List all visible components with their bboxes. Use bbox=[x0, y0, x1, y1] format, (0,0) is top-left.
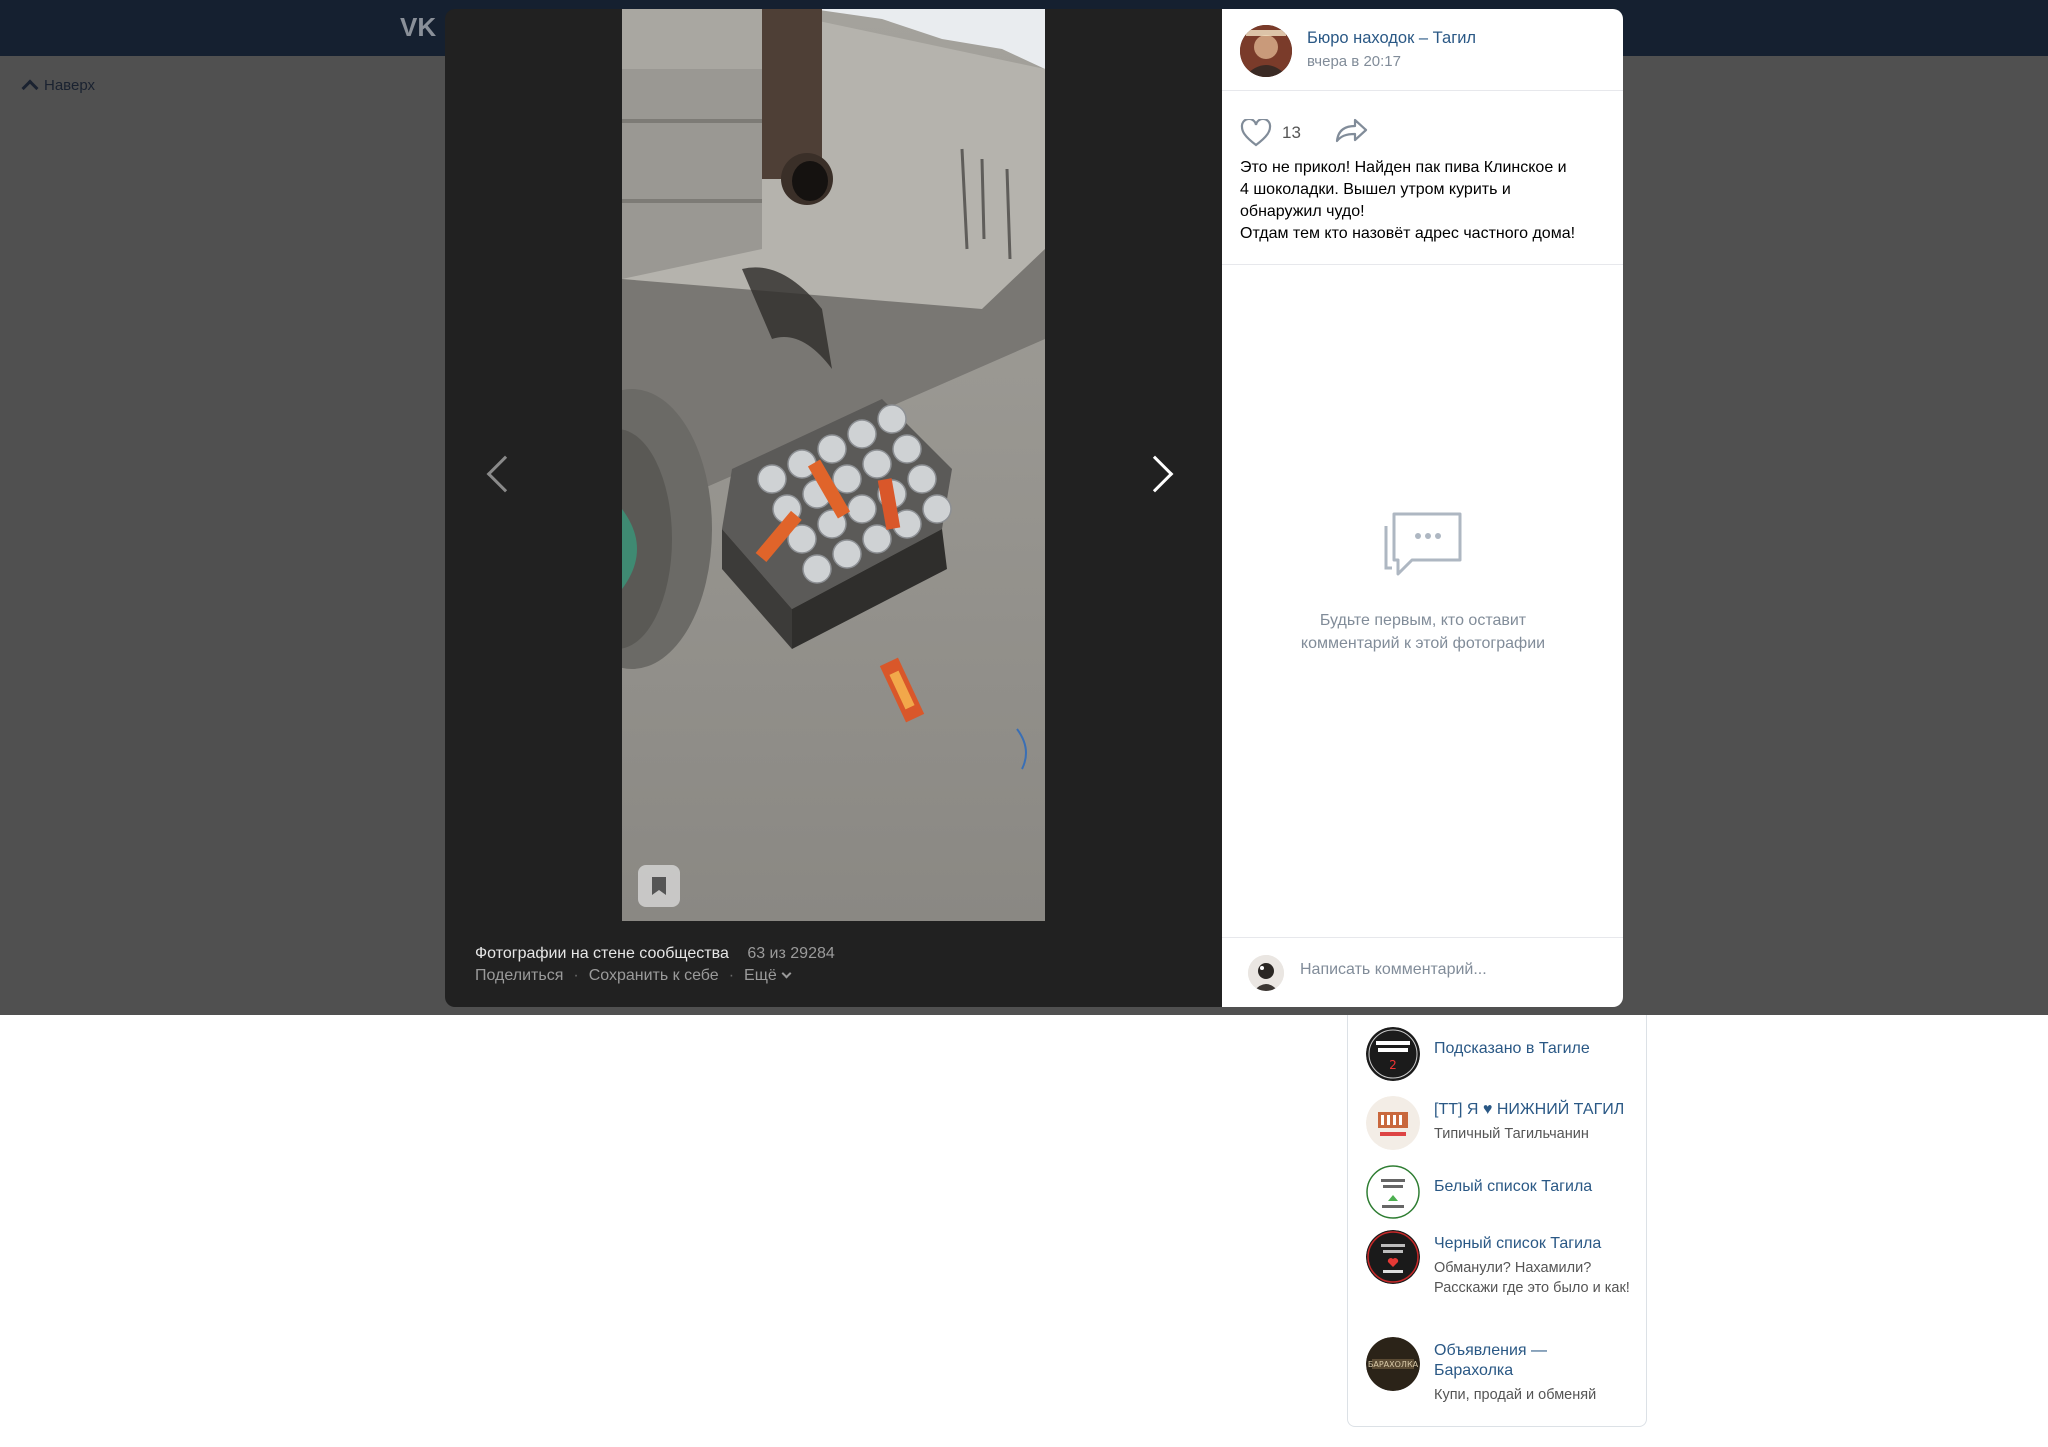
like-button[interactable]: 13 bbox=[1240, 118, 1301, 147]
community-item[interactable]: Белый список Тагила bbox=[1366, 1165, 1592, 1219]
share-icon bbox=[1335, 118, 1368, 143]
communities-card: 2 Подсказано в Тагиле [ТТ] Я ♥ НИЖНИЙ ТА… bbox=[1347, 1015, 1647, 1427]
photo-viewer: Фотографии на стене сообщества 63 из 292… bbox=[445, 9, 1623, 1007]
heart-icon bbox=[1240, 118, 1272, 146]
comments-empty-icon bbox=[1382, 506, 1464, 589]
photo-meta: Фотографии на стене сообщества 63 из 292… bbox=[475, 945, 835, 963]
save-link[interactable]: Сохранить к себе bbox=[589, 967, 719, 985]
svg-text:БАРАХОЛКА: БАРАХОЛКА bbox=[1368, 1360, 1419, 1369]
share-link[interactable]: Поделиться bbox=[475, 967, 563, 985]
photo-counter: 63 из 29284 bbox=[747, 945, 835, 962]
community-avatar bbox=[1366, 1096, 1420, 1150]
user-avatar bbox=[1248, 955, 1284, 991]
community-title[interactable]: Подсказано в Тагиле bbox=[1434, 1039, 1590, 1059]
chevron-up-icon bbox=[21, 79, 39, 97]
community-avatar bbox=[1366, 1230, 1420, 1284]
community-subtitle: Типичный Тагильчанин bbox=[1434, 1126, 1589, 1142]
community-subtitle: Обманули? Нахамили? Расскажи где это был… bbox=[1434, 1260, 1630, 1296]
community-title[interactable]: Белый список Тагила bbox=[1434, 1177, 1592, 1197]
empty-comments-text: Будьте первым, кто оставит комментарий к… bbox=[1300, 612, 1546, 652]
more-button[interactable]: Ещё bbox=[744, 967, 792, 985]
author-name[interactable]: Бюро находок – Тагил bbox=[1307, 29, 1476, 48]
more-label: Ещё bbox=[744, 967, 777, 984]
separator-dot: · bbox=[573, 967, 579, 984]
community-item[interactable]: 2 Подсказано в Тагиле bbox=[1366, 1027, 1590, 1081]
community-item[interactable]: БАРАХОЛКА Объявления — Барахолка Купи, п… bbox=[1366, 1337, 1624, 1405]
post-text-line: обнаружил чудо! bbox=[1240, 203, 1365, 220]
community-subtitle: Купи, продай и обменяй bbox=[1434, 1387, 1597, 1403]
community-avatar: БАРАХОЛКА bbox=[1366, 1337, 1420, 1391]
community-item[interactable]: Черный список Тагила Обманули? Нахамили?… bbox=[1366, 1230, 1630, 1298]
separator-dot: · bbox=[728, 967, 735, 984]
chevron-down-icon bbox=[781, 968, 792, 979]
share-button[interactable] bbox=[1335, 117, 1369, 148]
vk-logo[interactable]: VK bbox=[400, 12, 444, 42]
chevron-right-icon[interactable] bbox=[1136, 455, 1174, 493]
chevron-left-icon[interactable] bbox=[486, 455, 524, 493]
post-text-line: Это не прикол! Найден пак пива Клинское … bbox=[1240, 159, 1567, 176]
bookmark-button[interactable] bbox=[638, 865, 680, 907]
post-info-pane: Бюро находок – Тагил вчера в 20:17 13 Эт… bbox=[1222, 9, 1623, 1007]
community-item[interactable]: [ТТ] Я ♥ НИЖНИЙ ТАГИЛ Типичный Тагильчан… bbox=[1366, 1096, 1624, 1150]
photo-actions: Поделиться · Сохранить к себе · Ещё bbox=[475, 967, 792, 985]
svg-text:2: 2 bbox=[1389, 1058, 1397, 1072]
back-to-top-label: Наверх bbox=[44, 76, 95, 94]
post-text: Это не прикол! Найден пак пива Клинское … bbox=[1240, 157, 1612, 245]
community-avatar: 2 bbox=[1366, 1027, 1420, 1081]
community-title[interactable]: [ТТ] Я ♥ НИЖНИЙ ТАГИЛ bbox=[1434, 1100, 1624, 1120]
bookmark-icon bbox=[652, 877, 666, 895]
community-title[interactable]: Объявления — Барахолка bbox=[1434, 1341, 1624, 1381]
album-title[interactable]: Фотографии на стене сообщества bbox=[475, 945, 729, 962]
post-time[interactable]: вчера в 20:17 bbox=[1307, 53, 1401, 70]
community-avatar bbox=[1366, 1165, 1420, 1219]
comment-bar bbox=[1222, 937, 1623, 1007]
post-text-line: 4 шоколадки. Вышел утром курить и bbox=[1240, 181, 1511, 198]
divider bbox=[1222, 264, 1623, 265]
back-to-top-button[interactable]: Наверх bbox=[21, 76, 95, 97]
post-text-line: Отдам тем кто назовёт адрес частного дом… bbox=[1240, 225, 1576, 242]
comment-input[interactable] bbox=[1300, 961, 1600, 979]
author-avatar[interactable] bbox=[1240, 25, 1292, 77]
post-header: Бюро находок – Тагил вчера в 20:17 bbox=[1222, 9, 1623, 91]
photo-pane: Фотографии на стене сообщества 63 из 292… bbox=[445, 9, 1222, 1007]
like-count: 13 bbox=[1282, 122, 1301, 142]
community-title[interactable]: Черный список Тагила bbox=[1434, 1234, 1630, 1254]
post-actions: 13 bbox=[1240, 117, 1369, 148]
main-photo[interactable] bbox=[622, 9, 1045, 921]
